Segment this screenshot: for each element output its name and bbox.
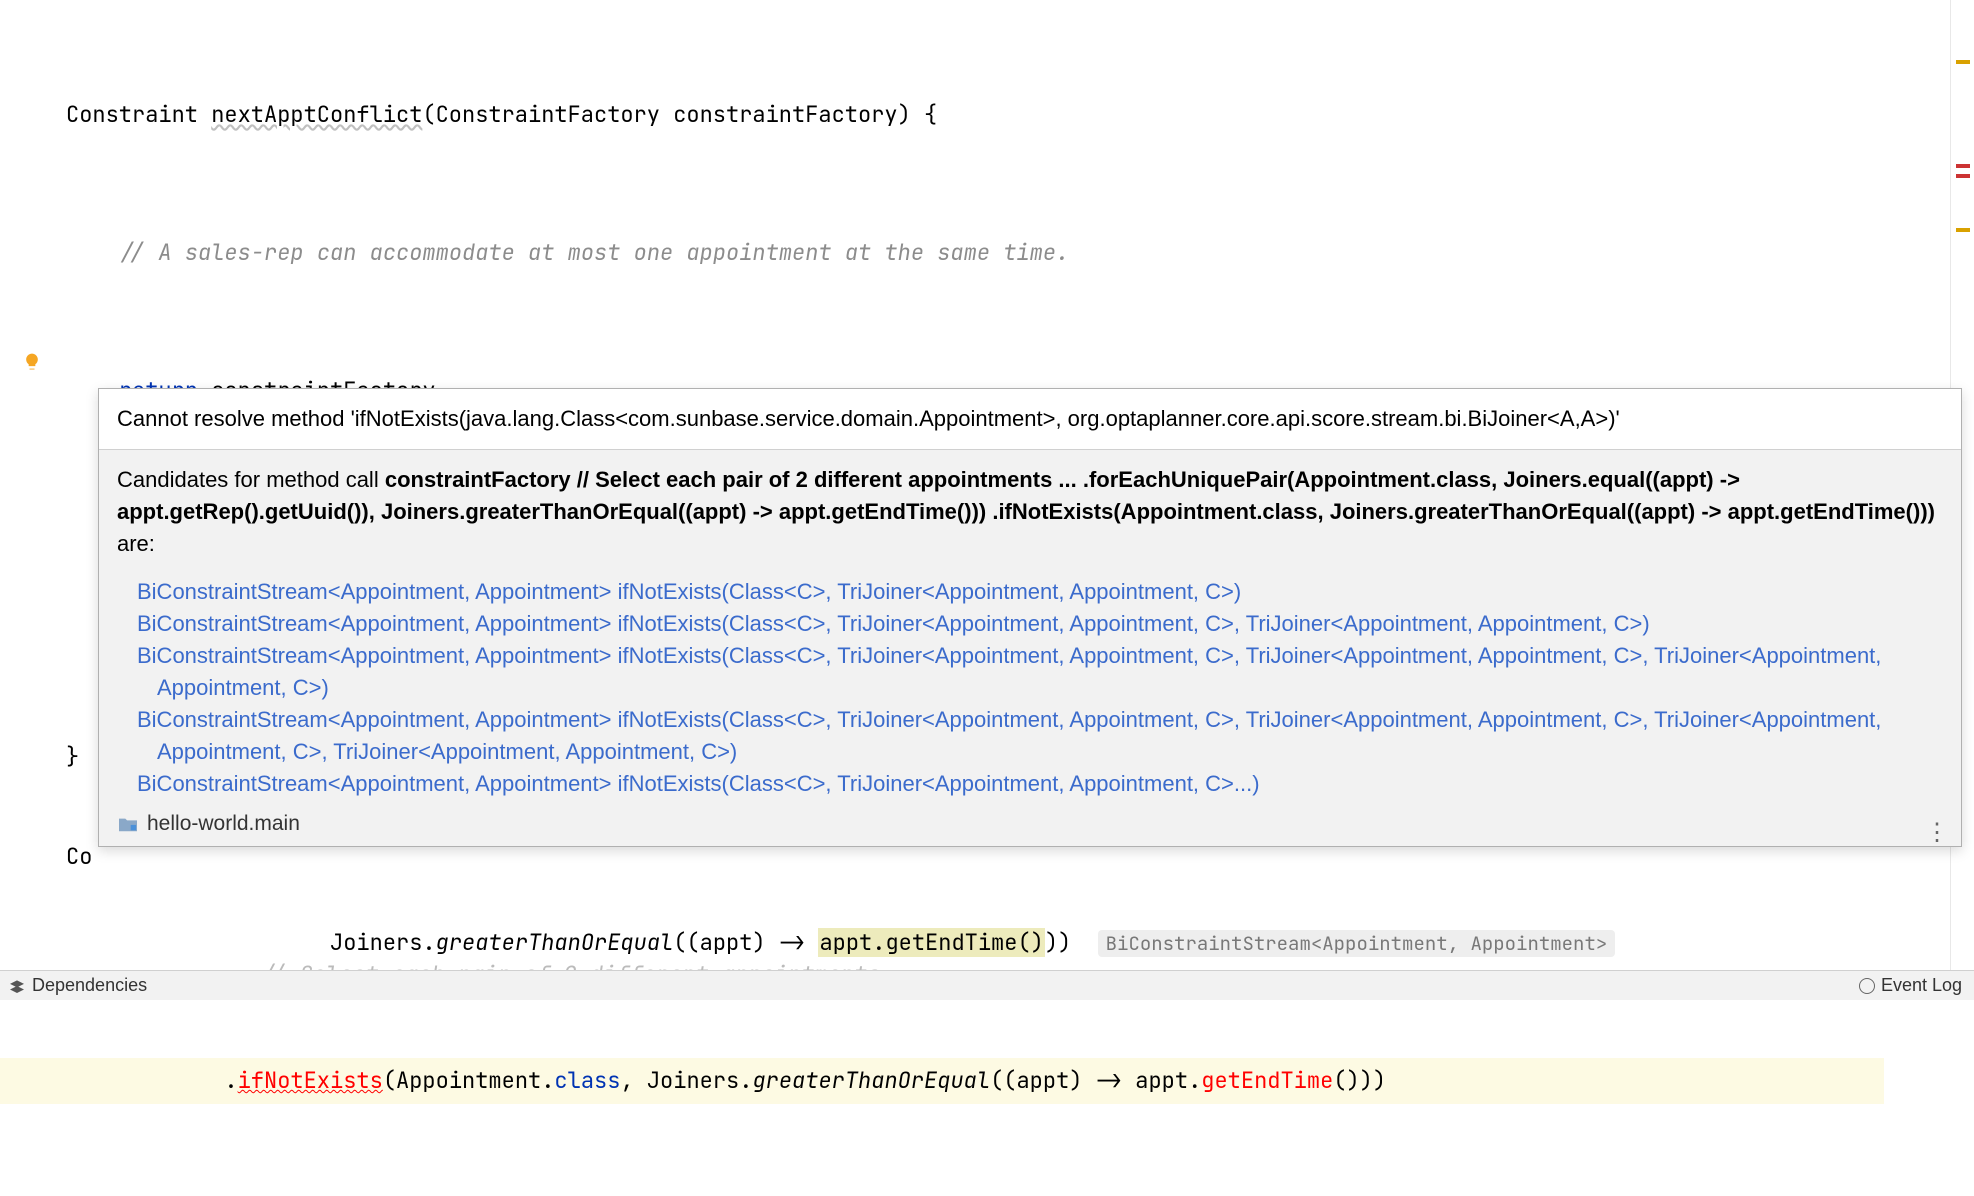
code-text: )) — [1045, 928, 1071, 957]
layers-icon — [8, 979, 26, 993]
error-call: getEndTime — [1201, 1066, 1333, 1095]
code-text: , Joiners. — [620, 1066, 752, 1095]
code-text: ())) — [1333, 1066, 1386, 1095]
warning-marker[interactable] — [1956, 228, 1970, 232]
candidate-item[interactable]: BiConstraintStream<Appointment, Appointm… — [137, 576, 1943, 608]
tooltip-error-message: Cannot resolve method 'ifNotExists(java.… — [99, 389, 1961, 450]
module-name: hello-world.main — [147, 812, 300, 836]
code-text: Constraint — [66, 100, 211, 129]
candidate-item[interactable]: BiConstraintStream<Appointment, Appointm… — [137, 640, 1943, 704]
error-tooltip: Cannot resolve method 'ifNotExists(java.… — [98, 388, 1962, 847]
event-log-label: Event Log — [1881, 975, 1962, 996]
code-text: Joiners. — [330, 928, 436, 957]
tooltip-call-bold: constraintFactory // Select each pair of… — [117, 467, 1935, 524]
code-text: ((appt) -> appt. — [990, 1066, 1201, 1095]
candidate-item[interactable]: BiConstraintStream<Appointment, Appointm… — [137, 704, 1943, 768]
intention-bulb-icon[interactable] — [22, 352, 42, 372]
code-text: ((appt) -> — [673, 928, 818, 957]
code-fragment: Co — [66, 842, 92, 871]
highlighted-expression: appt.getEndTime() — [818, 928, 1044, 957]
code-comment: // A sales-rep can accommodate at most o… — [119, 238, 1069, 267]
candidate-item[interactable]: BiConstraintStream<Appointment, Appointm… — [137, 768, 1943, 800]
editor-gutter — [0, 0, 60, 970]
tooltip-intro-tail: are: — [117, 531, 155, 556]
static-method: greaterThanOrEqual — [436, 928, 674, 957]
code-text: (Appointment. — [383, 1066, 555, 1095]
status-bar: Dependencies Event Log — [0, 970, 1974, 1000]
dependencies-label: Dependencies — [32, 975, 147, 996]
event-log-tool[interactable]: Event Log — [1859, 975, 1974, 996]
closing-brace: } — [66, 742, 79, 771]
keyword-class: class — [554, 1066, 620, 1095]
more-actions-icon[interactable]: ⋮ — [1925, 828, 1949, 838]
error-marker[interactable] — [1956, 174, 1970, 178]
code-text: (ConstraintFactory constraintFactory) { — [422, 100, 937, 129]
method-name: nextApptConflict — [211, 100, 422, 129]
module-folder-icon — [117, 815, 139, 833]
warning-marker[interactable] — [1956, 60, 1970, 64]
tooltip-candidates: Candidates for method call constraintFac… — [99, 450, 1961, 808]
static-method: greaterThanOrEqual — [752, 1066, 990, 1095]
error-marker[interactable] — [1956, 164, 1970, 168]
tooltip-footer: hello-world.main ⋮ — [99, 808, 1961, 846]
error-method: ifNotExists — [238, 1066, 383, 1095]
code-text: . — [224, 1066, 237, 1095]
tooltip-intro: Candidates for method call — [117, 467, 385, 492]
candidate-item[interactable]: BiConstraintStream<Appointment, Appointm… — [137, 608, 1943, 640]
dependencies-tool[interactable]: Dependencies — [0, 975, 147, 996]
event-log-icon — [1859, 978, 1875, 994]
type-hint: BiConstraintStream<Appointment, Appointm… — [1098, 930, 1616, 957]
